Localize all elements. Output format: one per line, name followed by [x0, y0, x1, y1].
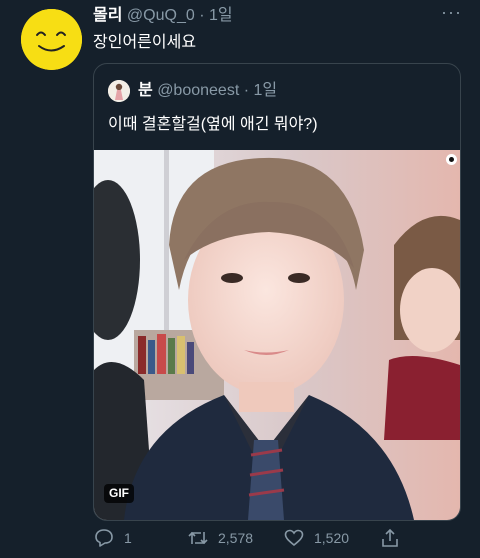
- tweet-time[interactable]: 1일: [209, 7, 233, 24]
- more-options-button[interactable]: ···: [441, 2, 462, 23]
- more-icon: ···: [441, 2, 462, 22]
- quoted-tweet-header: 분 @booneest · 1일: [138, 81, 277, 101]
- separator-dot: ·: [199, 7, 205, 24]
- gif-frame-image: [94, 150, 460, 520]
- share-icon: [379, 527, 401, 549]
- tweet-actions: 1 2,578 1,520: [93, 527, 473, 551]
- tweet-header: 몰리 @QuQ_0 · 1일: [93, 6, 233, 26]
- quoted-tweet-card[interactable]: 분 @booneest · 1일 이때 결혼할걸(옆에 애긴 뭐야?) GIF: [93, 63, 461, 521]
- gif-media[interactable]: GIF: [94, 150, 460, 520]
- gif-badge: GIF: [104, 484, 134, 503]
- media-settings-icon[interactable]: [446, 154, 457, 165]
- reply-count: 1: [124, 530, 132, 546]
- author-handle[interactable]: @QuQ_0: [127, 7, 195, 24]
- share-button[interactable]: [379, 527, 410, 549]
- separator-dot: ·: [243, 82, 250, 99]
- author-name[interactable]: 몰리: [93, 7, 122, 24]
- like-count: 1,520: [314, 530, 350, 546]
- quoted-author-handle[interactable]: @booneest: [157, 82, 239, 99]
- quoted-tweet-time[interactable]: 1일: [254, 82, 278, 99]
- like-button[interactable]: 1,520: [283, 527, 349, 549]
- smiley-icon: [21, 9, 82, 70]
- retweet-count: 2,578: [218, 530, 254, 546]
- reply-button[interactable]: 1: [93, 527, 132, 549]
- quoted-author-name[interactable]: 분: [138, 82, 153, 99]
- tweet-text: 장인어른이세요: [93, 34, 197, 51]
- retweet-icon: [187, 527, 209, 549]
- quoted-tweet-text: 이때 결혼할걸(옆에 애긴 뭐야?): [108, 116, 318, 133]
- reply-icon: [93, 527, 115, 549]
- avatar-figure-icon: [108, 80, 130, 102]
- heart-icon: [283, 527, 305, 549]
- quoted-author-avatar: [108, 80, 130, 102]
- author-avatar[interactable]: [21, 9, 82, 70]
- retweet-button[interactable]: 2,578: [187, 527, 253, 549]
